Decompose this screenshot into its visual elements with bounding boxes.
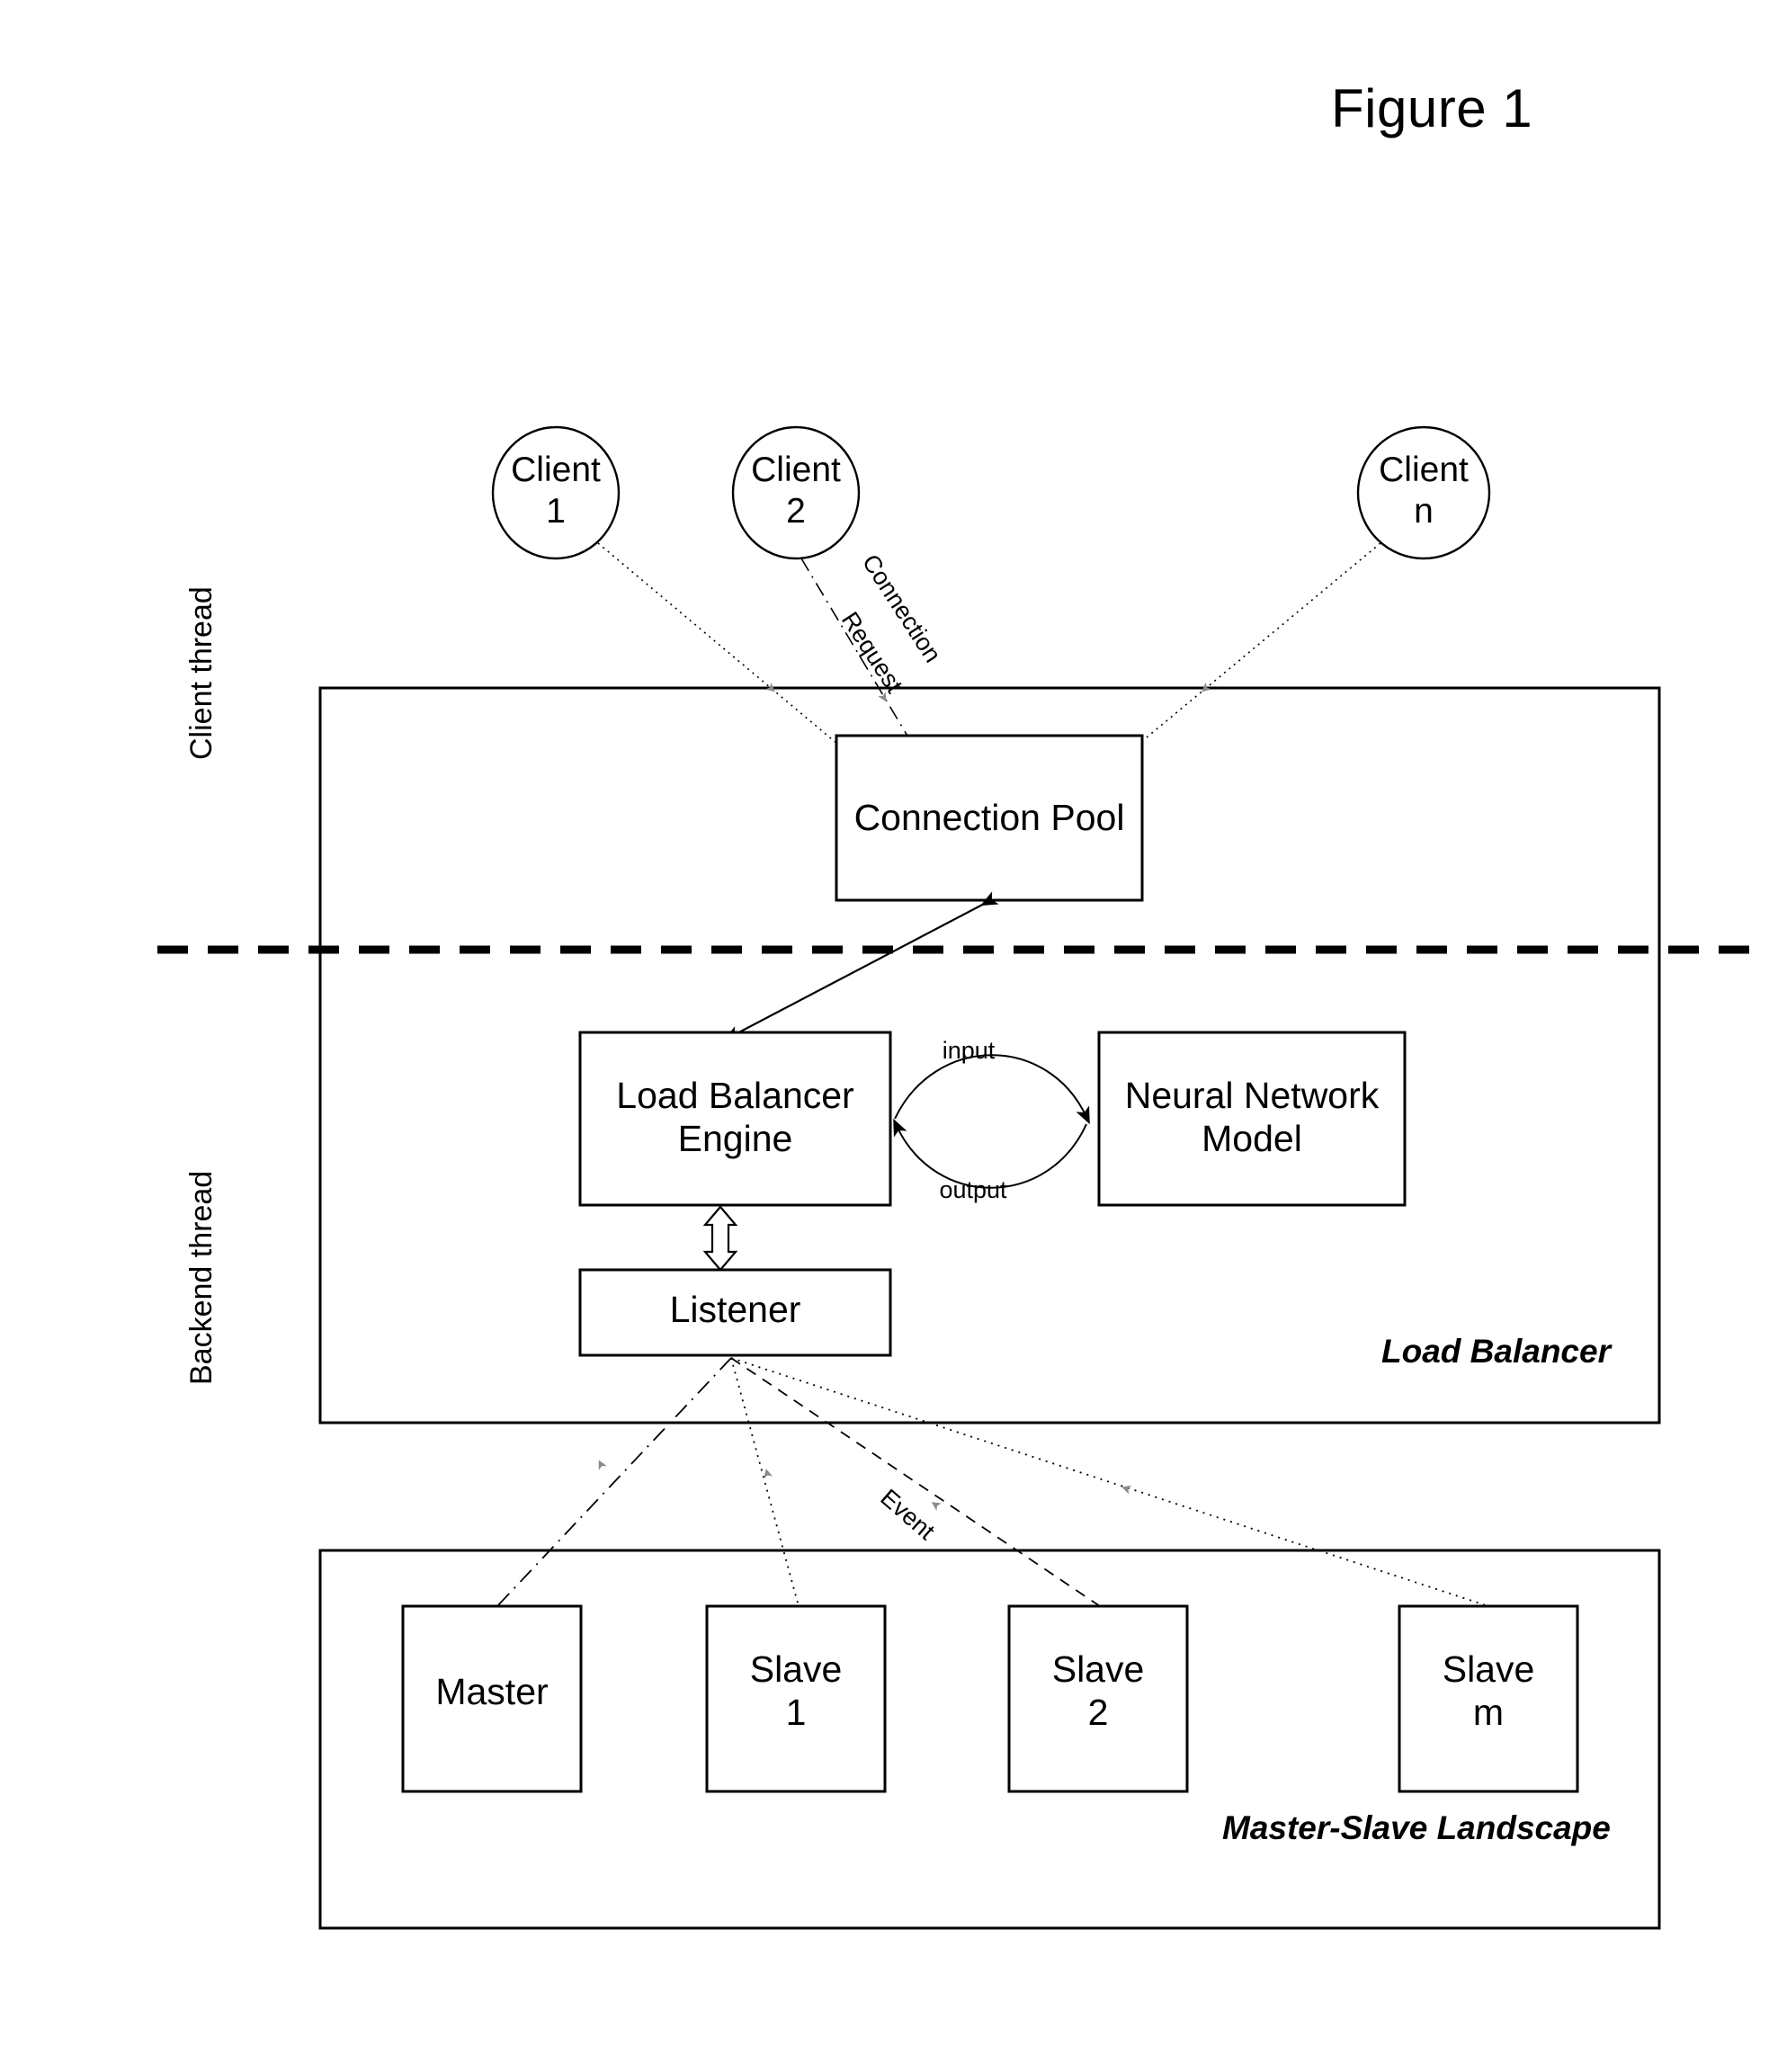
listener-master-arrow [598,1460,607,1470]
pool-to-engine-line [723,891,999,1041]
client-1-connection-arrow [764,682,775,692]
listener-slave-2-arrow [931,1502,942,1511]
figure-canvas: Figure 1 Client thread Backend thread Cl… [0,0,1769,2072]
listener-slave-m-line [730,1357,1489,1607]
load-balancer-region-label: Load Balancer [1381,1333,1611,1370]
client-1-circle [491,425,621,560]
master-box [401,1604,583,1793]
listener-slave-1-line [730,1357,800,1607]
neural-network-model-box [1097,1031,1407,1207]
load-balancer-engine-box [578,1031,892,1207]
output-edge-label: output [939,1176,1007,1203]
slave-1-box [705,1604,887,1793]
master-slave-region-label: Master-Slave Landscape [1222,1809,1611,1846]
listener-master-line [496,1357,732,1607]
slave-m-box [1398,1604,1579,1793]
listener-box [578,1268,892,1357]
swimlane-label-client-thread: Client thread [184,586,219,760]
swimlane-label-backend-thread: Backend thread [184,1170,219,1385]
listener-slave-2-line [730,1357,1101,1607]
slave-2-box [1007,1604,1189,1793]
client-2-circle [731,425,861,560]
figure-title: Figure 1 [1331,78,1533,138]
connection-pool-box [835,734,1144,902]
client-n-circle [1356,425,1491,560]
engine-listener-double-arrow [702,1205,738,1272]
diagram-graphics [157,425,1769,1930]
listener-slave-m-arrow [1121,1485,1132,1495]
listener-slave-1-arrow [764,1469,773,1479]
input-edge-label: input [942,1037,996,1064]
